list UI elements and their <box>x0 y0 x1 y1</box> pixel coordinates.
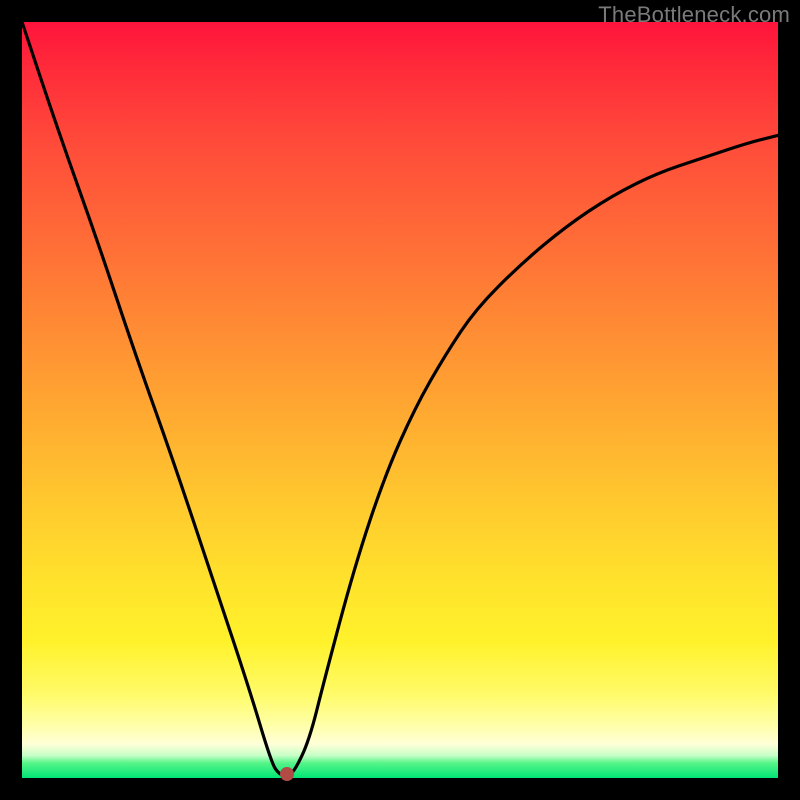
plot-area <box>22 22 778 778</box>
watermark-text: TheBottleneck.com <box>598 2 790 28</box>
min-marker-icon <box>280 767 294 781</box>
bottleneck-curve <box>22 22 778 775</box>
curve-svg <box>22 22 778 778</box>
chart-frame: TheBottleneck.com <box>0 0 800 800</box>
